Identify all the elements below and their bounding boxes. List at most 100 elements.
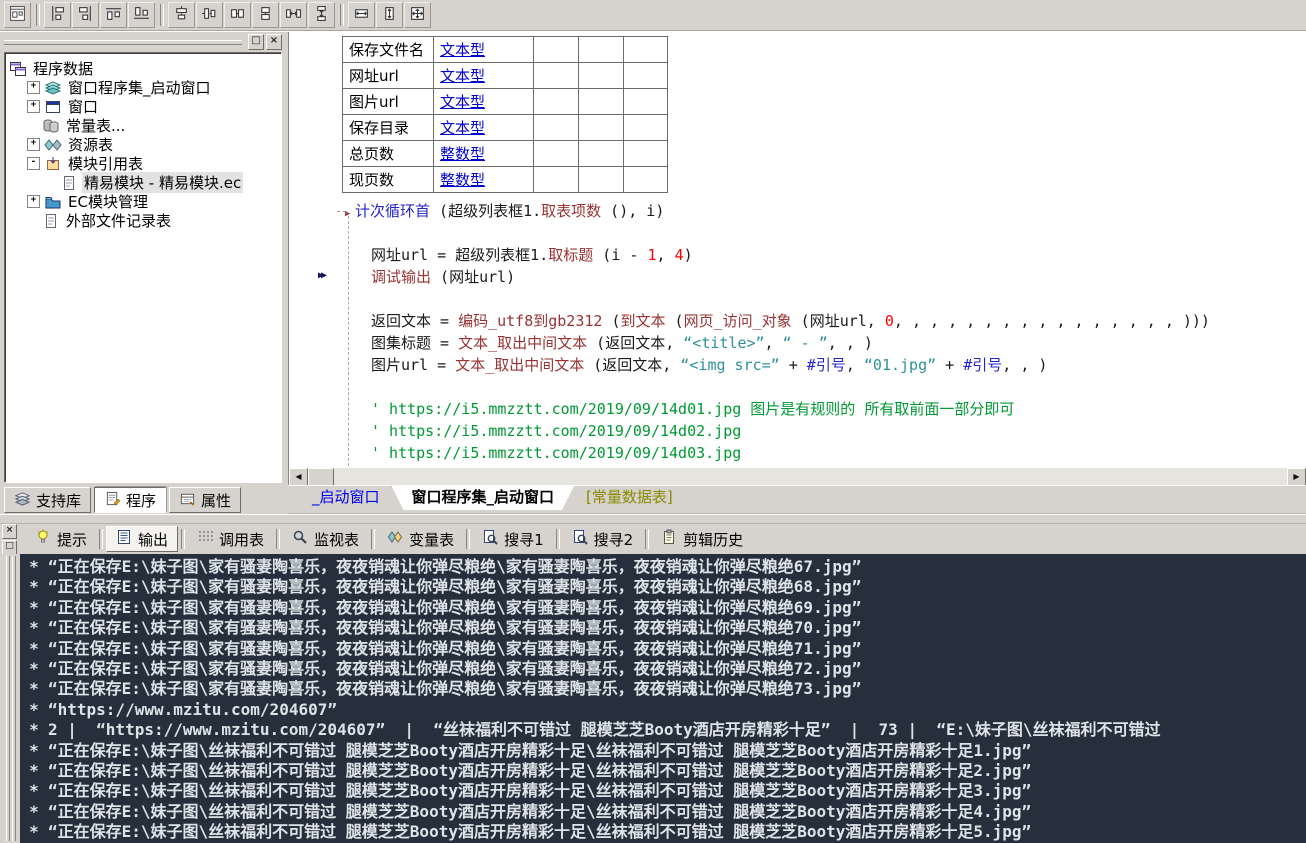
- expand-icon[interactable]: +: [27, 195, 40, 208]
- output-tab-变量表[interactable]: 变量表: [378, 527, 463, 551]
- variable-empty-cell[interactable]: [624, 115, 668, 141]
- output-tab-输出[interactable]: 输出: [106, 526, 178, 552]
- variable-empty-cell[interactable]: [579, 115, 624, 141]
- output-tab-调用表[interactable]: 调用表: [188, 527, 273, 551]
- tree-item[interactable]: 常量表...: [7, 116, 279, 135]
- variable-empty-cell[interactable]: [579, 37, 624, 63]
- code-line[interactable]: ' https://i5.mmzztt.com/2019/09/14d02.jp…: [329, 420, 1306, 442]
- tree-item[interactable]: 精易模块 - 精易模块.ec: [7, 173, 279, 192]
- variable-empty-cell[interactable]: [579, 89, 624, 115]
- output-tab-搜寻2[interactable]: 搜寻2: [563, 527, 643, 551]
- float-output-button[interactable]: □: [2, 540, 17, 555]
- variable-name-cell[interactable]: 总页数: [343, 141, 434, 167]
- variable-type-cell[interactable]: 文本型: [434, 37, 534, 63]
- variable-empty-cell[interactable]: [624, 167, 668, 193]
- variable-type-link[interactable]: 文本型: [440, 67, 485, 85]
- variable-type-cell[interactable]: 文本型: [434, 89, 534, 115]
- variable-empty-cell[interactable]: [624, 89, 668, 115]
- code-line[interactable]: ▶计次循环首 (超级列表框1.取表项数 (), i): [329, 200, 1306, 222]
- collapse-icon[interactable]: -: [27, 157, 40, 170]
- variable-empty-cell[interactable]: [624, 141, 668, 167]
- align-top-button[interactable]: [100, 2, 127, 28]
- form-designer-button[interactable]: [4, 2, 31, 28]
- editor-tab-3[interactable]: [常量数据表]: [566, 486, 693, 510]
- code-editor[interactable]: 保存文件名文本型网址url文本型图片url文本型保存目录文本型总页数整数型现页数…: [288, 32, 1306, 468]
- float-panel-button[interactable]: □: [248, 34, 264, 50]
- panel-tab-属性[interactable]: 属性: [169, 487, 241, 513]
- same-height-button[interactable]: [376, 2, 403, 28]
- code-line[interactable]: 图片url = 文本_取出中间文本 (返回文本, “<img src=” + #…: [329, 354, 1306, 376]
- variable-empty-cell[interactable]: [534, 167, 579, 193]
- variable-name-cell[interactable]: 网址url: [343, 63, 434, 89]
- variable-name-cell[interactable]: 现页数: [343, 167, 434, 193]
- tree-item[interactable]: -模块引用表: [7, 154, 279, 173]
- variable-type-link[interactable]: 文本型: [440, 41, 485, 59]
- expand-icon[interactable]: +: [27, 138, 40, 151]
- variable-type-cell[interactable]: 文本型: [434, 63, 534, 89]
- panel-tab-支持库[interactable]: 支持库: [4, 487, 91, 513]
- console-output[interactable]: *“正在保存E:\妹子图\家有骚妻陶喜乐，夜夜销魂让你弹尽粮绝\家有骚妻陶喜乐，…: [20, 554, 1306, 843]
- tree-item[interactable]: +窗口程序集_启动窗口: [7, 78, 279, 97]
- horizontal-splitter[interactable]: [0, 514, 1306, 524]
- editor-tab-1[interactable]: _启动窗口: [292, 486, 400, 510]
- space-equal-vertical-button[interactable]: [308, 2, 335, 28]
- variable-empty-cell[interactable]: [534, 141, 579, 167]
- variable-type-link[interactable]: 整数型: [440, 171, 485, 189]
- align-right-button[interactable]: [72, 2, 99, 28]
- output-tab-监视表[interactable]: 监视表: [283, 527, 368, 551]
- close-panel-button[interactable]: ×: [266, 34, 282, 50]
- editor-tab-2[interactable]: 窗口程序集_启动窗口: [392, 486, 575, 510]
- code-line[interactable]: 返回文本 = 编码_utf8到gb2312 (到文本 (网页_访问_对象 (网址…: [329, 310, 1306, 332]
- variable-empty-cell[interactable]: [624, 37, 668, 63]
- center-vertical-button[interactable]: [196, 2, 223, 28]
- output-tab-提示[interactable]: 提示: [26, 527, 96, 551]
- variable-empty-cell[interactable]: [624, 63, 668, 89]
- output-tab-搜寻1[interactable]: 搜寻1: [473, 527, 553, 551]
- expand-icon[interactable]: +: [27, 81, 40, 94]
- code-line[interactable]: 网址url = 超级列表框1.取标题 (i - 1, 4): [329, 244, 1306, 266]
- project-panel-titlebar[interactable]: □×: [0, 32, 286, 52]
- variable-empty-cell[interactable]: [534, 63, 579, 89]
- tree-item[interactable]: +EC模块管理: [7, 192, 279, 211]
- variable-empty-cell[interactable]: [579, 141, 624, 167]
- tree-item[interactable]: 程序数据: [7, 59, 279, 78]
- panel-drag-grip[interactable]: [4, 40, 242, 45]
- code-line[interactable]: [329, 376, 1306, 398]
- center-horizontal-button[interactable]: [168, 2, 195, 28]
- variable-empty-cell[interactable]: [579, 167, 624, 193]
- close-output-button[interactable]: ×: [2, 524, 17, 539]
- variable-type-link[interactable]: 文本型: [440, 119, 485, 137]
- code-area[interactable]: ▶计次循环首 (超级列表框1.取表项数 (), i) 网址url = 超级列表框…: [329, 200, 1306, 464]
- variable-name-cell[interactable]: 保存目录: [343, 115, 434, 141]
- console-grip[interactable]: [0, 554, 20, 843]
- variable-type-link[interactable]: 文本型: [440, 93, 485, 111]
- variable-name-cell[interactable]: 图片url: [343, 89, 434, 115]
- variable-type-cell[interactable]: 整数型: [434, 141, 534, 167]
- code-line[interactable]: [329, 288, 1306, 310]
- scrollbar-track[interactable]: [334, 468, 1287, 485]
- align-row-button[interactable]: [224, 2, 251, 28]
- same-width-button[interactable]: [348, 2, 375, 28]
- align-bottom-button[interactable]: [128, 2, 155, 28]
- variable-type-cell[interactable]: 文本型: [434, 115, 534, 141]
- code-line[interactable]: 调试输出 (网址url): [329, 266, 1306, 288]
- variable-type-link[interactable]: 整数型: [440, 145, 485, 163]
- tree-item[interactable]: +窗口: [7, 97, 279, 116]
- variable-empty-cell[interactable]: [579, 63, 624, 89]
- tree-item[interactable]: 外部文件记录表: [7, 211, 279, 230]
- same-size-button[interactable]: [404, 2, 431, 28]
- code-line[interactable]: [329, 222, 1306, 244]
- align-left-button[interactable]: [44, 2, 71, 28]
- variable-empty-cell[interactable]: [534, 115, 579, 141]
- tree-item[interactable]: +资源表: [7, 135, 279, 154]
- output-tab-剪辑历史[interactable]: 剪辑历史: [652, 527, 752, 551]
- panel-tab-程序[interactable]: 程序: [94, 487, 166, 513]
- editor-hscrollbar[interactable]: ◀▶: [288, 468, 1306, 485]
- code-line[interactable]: ' https://i5.mmzztt.com/2019/09/14d01.jp…: [329, 398, 1306, 420]
- variable-type-cell[interactable]: 整数型: [434, 167, 534, 193]
- variable-empty-cell[interactable]: [534, 37, 579, 63]
- code-line[interactable]: 图集标题 = 文本_取出中间文本 (返回文本, “<title>”, “ - ”…: [329, 332, 1306, 354]
- variable-empty-cell[interactable]: [534, 89, 579, 115]
- space-equal-horizontal-button[interactable]: [280, 2, 307, 28]
- align-column-button[interactable]: [252, 2, 279, 28]
